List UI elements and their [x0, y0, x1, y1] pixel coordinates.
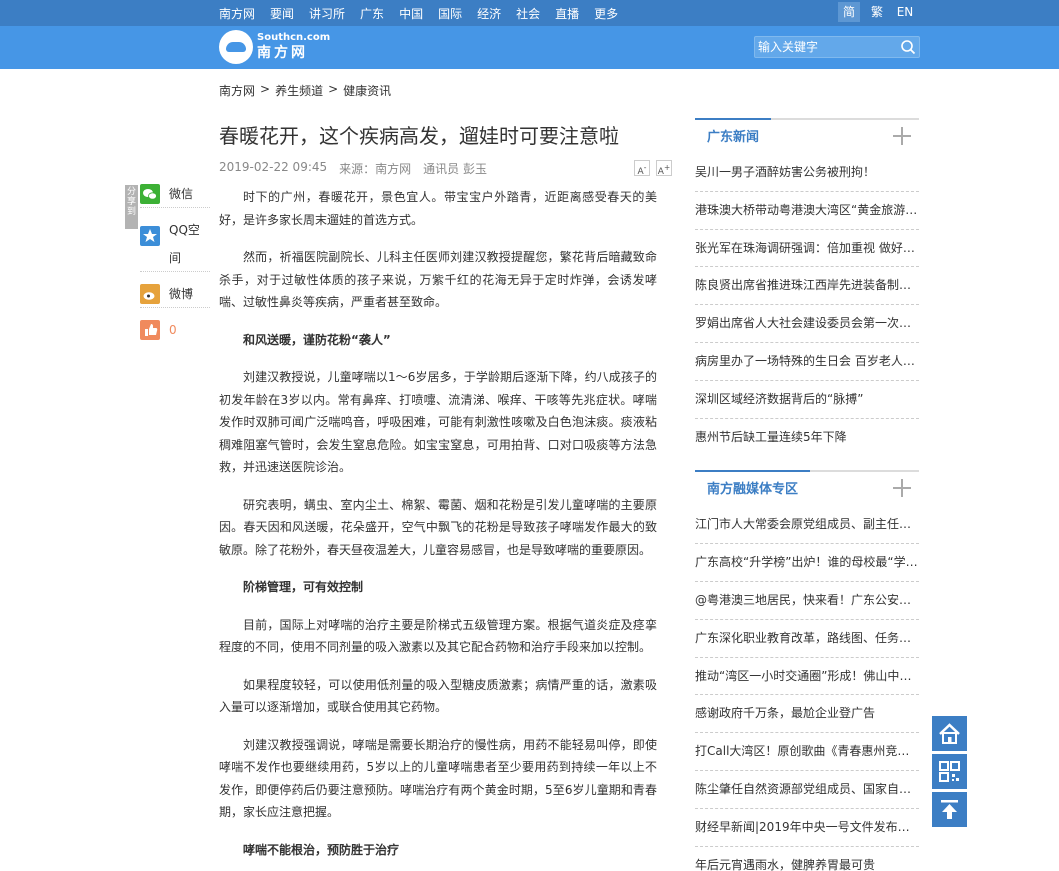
news-item[interactable]: 吴川一男子酒醉妨害公务被刑拘！ [695, 154, 919, 192]
site-header: Southcn.com 南方网 [0, 26, 1059, 69]
news-item[interactable]: 打Call大湾区！原创歌曲《青春惠州竞风流》 [695, 733, 919, 771]
nav-link-economy[interactable]: 经济 [477, 5, 501, 22]
nav-link-china[interactable]: 中国 [399, 5, 423, 22]
article-paragraph: 刘建汉教授说，儿童哮喘以1～6岁居多，于学龄期后逐渐下降，约八成孩子的初发年龄在… [219, 370, 657, 474]
plus-icon[interactable] [893, 479, 911, 498]
font-increase-icon[interactable]: A+ [656, 160, 672, 177]
news-item[interactable]: 港珠澳大桥带动粤港澳大湾区“黄金旅游圈” [695, 192, 919, 230]
nav-link-more[interactable]: 更多 [594, 5, 618, 22]
font-decrease-icon[interactable]: A- [634, 160, 650, 177]
home-icon[interactable] [932, 716, 967, 751]
news-item[interactable]: 财经早新闻|2019年中央一号文件发布，聚焦三农 [695, 809, 919, 847]
breadcrumb-channel[interactable]: 养生频道 [275, 82, 323, 99]
qzone-icon [140, 226, 160, 246]
floating-toolbar [932, 716, 967, 830]
article-meta: 2019-02-22 09:45 来源：南方网 通讯员 彭玉 [219, 160, 499, 177]
guangdong-news-title[interactable]: 广东新闻 [695, 118, 772, 150]
share-weibo-button[interactable]: 微博 [140, 280, 210, 308]
news-item[interactable]: 江门市人大常委会原党组成员、副主任被查 [695, 506, 919, 545]
news-item[interactable]: 广东深化职业教育改革，路线图、任务书来了 [695, 620, 919, 658]
news-item[interactable]: 推动“湾区一小时交通圈”形成！佛山中心城区 [695, 658, 919, 696]
news-item[interactable]: 广东高校“升学榜”出炉！谁的母校最“学霸” [695, 544, 919, 582]
nav-link-live[interactable]: 直播 [555, 5, 579, 22]
nav-link-headlines[interactable]: 要闻 [270, 5, 294, 22]
article-paragraph: 刘建汉教授强调说，哮喘是需要长期治疗的慢性病，用药不能轻易叫停，即使哮喘不发作也… [219, 737, 657, 820]
news-item[interactable]: 陈尘肇任自然资源部党组成员、国家自然资源 [695, 771, 919, 809]
share-wechat-label: 微信 [169, 186, 194, 201]
plus-icon[interactable] [893, 127, 911, 145]
news-item[interactable]: 张光军在珠海调研强调：倍加重视 做好工作 [695, 230, 919, 268]
lang-english[interactable]: EN [894, 2, 916, 22]
article-source: 来源：南方网 [339, 162, 412, 176]
breadcrumb-separator: > [260, 82, 271, 96]
media-zone-list: 江门市人大常委会原党组成员、副主任被查 广东高校“升学榜”出炉！谁的母校最“学霸… [695, 506, 919, 871]
language-switcher: 简 繁 EN [838, 2, 922, 22]
share-qzone-label: QQ空间 [169, 223, 200, 265]
search-box [754, 36, 920, 58]
article-paragraph: 目前，国际上对哮喘的治疗主要是阶梯式五级管理方案。根据气道炎症及痉挛程度的不同，… [219, 617, 657, 655]
news-item[interactable]: 病房里办了一场特殊的生日会 百岁老人过生日 [695, 343, 919, 381]
nav-link-guangdong[interactable]: 广东 [360, 5, 384, 22]
nav-link-home[interactable]: 南方网 [219, 5, 255, 22]
breadcrumb-section[interactable]: 健康资讯 [343, 82, 391, 99]
logo-name: 南方网 [257, 45, 308, 61]
top-nav: 南方网 要闻 讲习所 广东 中国 国际 经济 社会 直播 更多 简 繁 EN [0, 0, 1059, 26]
share-qzone-button[interactable]: QQ空间 [140, 216, 210, 272]
like-icon [140, 320, 160, 340]
guangdong-news-header: 广东新闻 [695, 118, 919, 154]
article-subheading: 阶梯管理，可有效控制 [243, 580, 364, 594]
lang-simplified[interactable]: 简 [838, 2, 860, 22]
wechat-icon [140, 183, 160, 204]
logo-domain: Southcn.com [257, 32, 331, 43]
like-count: 0 [169, 323, 177, 337]
weibo-icon [140, 283, 160, 304]
share-wechat-button[interactable]: 微信 [140, 180, 210, 208]
breadcrumb-home[interactable]: 南方网 [219, 82, 255, 99]
font-size-controls: A- A+ [628, 160, 672, 177]
article-subheading: 和风送暖，谨防花粉“袭人” [243, 332, 391, 347]
media-zone-title[interactable]: 南方融媒体专区 [695, 470, 811, 503]
media-zone-header: 南方融媒体专区 [695, 470, 919, 506]
nav-link-international[interactable]: 国际 [438, 5, 462, 22]
nav-link-society[interactable]: 社会 [516, 5, 540, 22]
news-item[interactable]: 罗娟出席省人大社会建设委员会第一次全体会议 [695, 305, 919, 343]
logo-mark-icon [219, 30, 253, 64]
article-body: 时下的广州，春暖花开，景色宜人。带宝宝户外踏青，近距离感受春天的美好，是许多家长… [219, 186, 657, 871]
news-item[interactable]: @粤港澳三地居民，快来看！广东公安推出新措施 [695, 582, 919, 620]
nav-link-lecture[interactable]: 讲习所 [309, 5, 345, 22]
guangdong-news-list: 吴川一男子酒醉妨害公务被刑拘！ 港珠澳大桥带动粤港澳大湾区“黄金旅游圈” 张光军… [695, 154, 919, 456]
site-logo[interactable]: Southcn.com 南方网 [219, 29, 330, 65]
breadcrumb: 南方网 > 养生频道 > 健康资讯 [219, 82, 391, 99]
back-to-top-icon[interactable] [932, 792, 967, 827]
article-paragraph: 时下的广州，春暖花开，景色宜人。带宝宝户外踏青，近距离感受春天的美好，是许多家长… [219, 190, 657, 227]
article-paragraph: 然而，祈福医院副院长、儿科主任医师刘建汉教授提醒您，繁花背后暗藏致命杀手，对于过… [219, 250, 657, 309]
article-date: 2019-02-22 09:45 [219, 160, 328, 174]
news-item[interactable]: 惠州节后缺工量连续5年下降 [695, 419, 919, 457]
top-nav-links: 南方网 要闻 讲习所 广东 中国 国际 经济 社会 直播 更多 [219, 0, 633, 26]
article-subheading: 哮喘不能根治，预防胜于治疗 [243, 842, 400, 857]
sidebar: 广东新闻 吴川一男子酒醉妨害公务被刑拘！ 港珠澳大桥带动粤港澳大湾区“黄金旅游圈… [695, 118, 919, 871]
qrcode-icon[interactable] [932, 754, 967, 789]
news-item[interactable]: 深圳区域经济数据背后的“脉搏” [695, 381, 919, 419]
news-item[interactable]: 感谢政府千万条，最尬企业登广告 [695, 695, 919, 734]
breadcrumb-separator: > [328, 82, 339, 96]
share-bar: 微信 QQ空间 微博 0 [140, 180, 210, 352]
lang-traditional[interactable]: 繁 [866, 2, 888, 22]
article-title: 春暖花开，这个疾病高发，遛娃时可要注意啦 [219, 124, 619, 148]
search-icon[interactable] [900, 39, 916, 55]
article-paragraph: 如果程度较轻，可以使用低剂量的吸入型糖皮质激素；病情严重的话，激素吸入量可以逐渐… [219, 677, 657, 715]
share-weibo-label: 微博 [169, 286, 194, 301]
search-input[interactable] [758, 38, 898, 56]
news-item[interactable]: 年后元宵遇雨水，健脾养胃最可贵 [695, 847, 919, 871]
share-tag: 分享到 [125, 185, 138, 229]
like-button[interactable]: 0 [140, 316, 210, 344]
article-paragraph: 研究表明，螨虫、室内尘土、棉絮、霉菌、烟和花粉是引发儿童哮喘的主要原因。春天因和… [219, 497, 657, 557]
news-item[interactable]: 陈良贤出席省推进珠江西岸先进装备制造业 [695, 267, 919, 306]
article-reporter: 通讯员 彭玉 [423, 162, 487, 176]
